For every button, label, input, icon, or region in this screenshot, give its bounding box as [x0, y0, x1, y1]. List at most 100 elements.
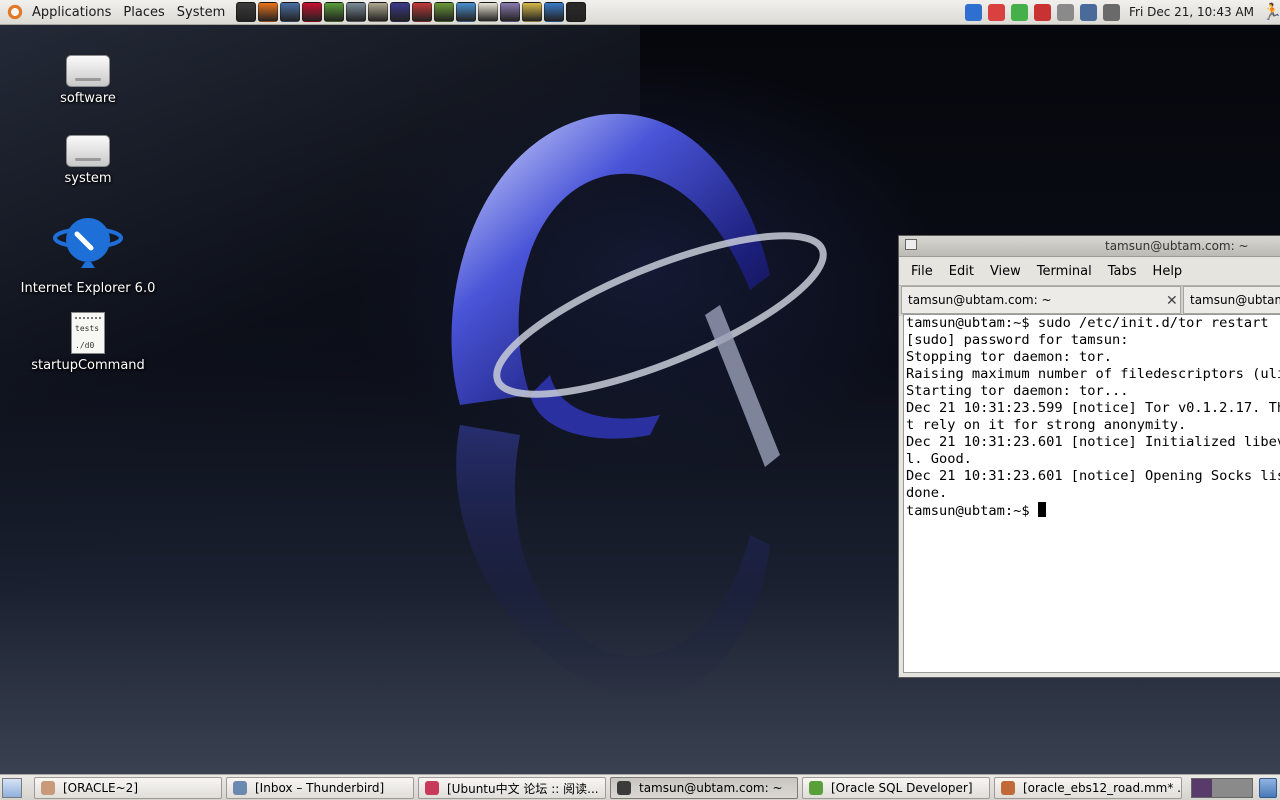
terminal-tab-1[interactable]: tamsun@ubtam.com: ~ ✕ [901, 286, 1181, 314]
running-man-icon[interactable]: 🏃 [1262, 3, 1280, 21]
taskbar-button-label: [ORACLE~2] [63, 781, 138, 795]
desktop-icon-system[interactable]: system [13, 135, 163, 186]
volume-tray-icon[interactable] [1102, 3, 1120, 21]
workspace-3[interactable] [1232, 779, 1252, 797]
text-file-icon: tests ./d0 [71, 312, 105, 354]
terminal-window[interactable]: tamsun@ubtam.com: ~ File Edit View Termi… [898, 235, 1280, 678]
launcher-bar [235, 2, 587, 22]
terminal-line: Raising maximum number of filedescriptor… [906, 366, 1280, 382]
network-tray-icon[interactable] [964, 3, 982, 21]
terminal-line: tamsun@ubtam:~$ sudo /etc/init.d/tor res… [906, 315, 1269, 331]
taskbar-button-label: [Oracle SQL Developer] [831, 781, 973, 795]
notes-launcher-icon[interactable] [478, 2, 499, 22]
file-preview-line: ./d0 [75, 341, 95, 350]
desktop-icon-label: system [64, 171, 112, 186]
connection-tray-icon[interactable] [1079, 3, 1097, 21]
network-launcher-icon[interactable] [456, 2, 477, 22]
terminal-line: Dec 21 10:31:23.599 [notice] Tor v0.1.2.… [906, 400, 1280, 416]
terminal-line: Dec 21 10:31:23.601 [notice] Opening Soc… [906, 468, 1280, 484]
desktop-icon-internet-explorer[interactable]: Internet Explorer 6.0 [13, 212, 163, 296]
terminal-launcher-icon[interactable] [236, 2, 257, 22]
clock[interactable]: Fri Dec 21, 10:43 AM [1129, 5, 1254, 19]
monitor-launcher-icon[interactable] [544, 2, 565, 22]
desktop-icon-label: Internet Explorer 6.0 [20, 281, 156, 296]
stats-launcher-icon[interactable] [566, 2, 587, 22]
system-tray: Fri Dec 21, 10:43 AM 🏃 [962, 0, 1280, 24]
taskbar-button[interactable]: [Ubuntu中文 论坛 :: 阅读... [418, 777, 606, 799]
system-menu[interactable]: System [171, 0, 231, 24]
applications-menu[interactable]: Applications [26, 0, 117, 24]
input-method-tray-icon[interactable] [1033, 3, 1051, 21]
terminal-prompt: tamsun@ubtam:~$ [906, 503, 1038, 519]
eclipse-launcher-icon[interactable] [390, 2, 411, 22]
close-icon[interactable]: ✕ [1166, 293, 1178, 309]
workspace-2[interactable] [1212, 779, 1232, 797]
pot-launcher-icon[interactable] [368, 2, 389, 22]
xmind-launcher-icon[interactable] [412, 2, 433, 22]
editor-launcher-icon[interactable] [324, 2, 345, 22]
terminal-tab-2[interactable]: tamsun@ubtam.com: ~ [1183, 286, 1280, 314]
menu-view[interactable]: View [982, 264, 1029, 279]
update-tray-icon[interactable] [1056, 3, 1074, 21]
ubuntu-logo-icon[interactable] [6, 3, 24, 21]
drive-icon [66, 55, 110, 87]
top-panel: Applications Places System Fri Dec 21, 1… [0, 0, 1280, 25]
status-tray-icon[interactable] [1010, 3, 1028, 21]
terminal-line: Stopping tor daemon: tor. [906, 349, 1113, 365]
workspace-switcher[interactable] [1191, 778, 1253, 798]
internet-explorer-icon [53, 218, 123, 268]
terminal-line: Dec 21 10:31:23.601 [notice] Initialized… [906, 434, 1280, 450]
terminal-line: t rely on it for strong anonymity. [906, 417, 1187, 433]
opera-launcher-icon[interactable] [302, 2, 323, 22]
app-icon [809, 781, 823, 795]
show-desktop-button[interactable] [2, 778, 22, 798]
taskbar-button-label: [oracle_ebs12_road.mm* ... [1023, 781, 1182, 795]
app-icon [233, 781, 247, 795]
desktop-icon-software[interactable]: software [13, 55, 163, 106]
terminal-line: l. Good. [906, 451, 972, 467]
mail-tray-icon[interactable] [987, 3, 1005, 21]
taskbar-button[interactable]: [oracle_ebs12_road.mm* ... [994, 777, 1182, 799]
desktop[interactable]: software system Internet Explorer 6.0 te… [0, 25, 1280, 774]
taskbar-button-label: [Inbox – Thunderbird] [255, 781, 385, 795]
app-icon [1001, 781, 1015, 795]
workspace-1[interactable] [1192, 779, 1212, 797]
terminal-line: done. [906, 485, 948, 501]
window-menu-icon[interactable] [905, 239, 917, 250]
terminal-line: Starting tor daemon: tor... [906, 383, 1129, 399]
app-icon [41, 781, 55, 795]
desktop-icon-label: startupCommand [31, 358, 145, 373]
tab-label: tamsun@ubtam.com: ~ [908, 293, 1052, 307]
tool-launcher-icon[interactable] [346, 2, 367, 22]
app-icon [617, 781, 631, 795]
pen-launcher-icon[interactable] [522, 2, 543, 22]
menu-terminal[interactable]: Terminal [1029, 264, 1100, 279]
terminal-menubar: File Edit View Terminal Tabs Help [899, 257, 1280, 285]
firefox-launcher-icon[interactable] [258, 2, 279, 22]
terminal-output[interactable]: tamsun@ubtam:~$ sudo /etc/init.d/tor res… [903, 314, 1280, 673]
drive-icon [66, 135, 110, 167]
taskbar-button-label: [Ubuntu中文 论坛 :: 阅读... [447, 781, 599, 796]
taskbar-button[interactable]: [Oracle SQL Developer] [802, 777, 990, 799]
pidgin-launcher-icon[interactable] [500, 2, 521, 22]
text-cursor [1037, 502, 1046, 517]
terminal-titlebar[interactable]: tamsun@ubtam.com: ~ [899, 236, 1280, 257]
thunderbird-launcher-icon[interactable] [280, 2, 301, 22]
places-menu[interactable]: Places [117, 0, 170, 24]
tab-label: tamsun@ubtam.com: ~ [1190, 293, 1280, 307]
menu-file[interactable]: File [903, 264, 941, 279]
wallpaper-art [451, 113, 827, 699]
taskbar-button[interactable]: [Inbox – Thunderbird] [226, 777, 414, 799]
menu-help[interactable]: Help [1145, 264, 1191, 279]
menu-tabs[interactable]: Tabs [1100, 264, 1145, 279]
taskbar-button[interactable]: [ORACLE~2] [34, 777, 222, 799]
taskbar-button[interactable]: tamsun@ubtam.com: ~ [610, 777, 798, 799]
trash-icon[interactable] [1259, 778, 1277, 798]
book-launcher-icon[interactable] [434, 2, 455, 22]
terminal-line: [sudo] password for tamsun: [906, 332, 1129, 348]
terminal-title: tamsun@ubtam.com: ~ [1105, 239, 1249, 253]
menu-edit[interactable]: Edit [941, 264, 982, 279]
app-icon [425, 781, 439, 795]
desktop-icon-startupcommand[interactable]: tests ./d0 startupCommand [13, 312, 163, 373]
desktop-icon-label: software [60, 91, 116, 106]
